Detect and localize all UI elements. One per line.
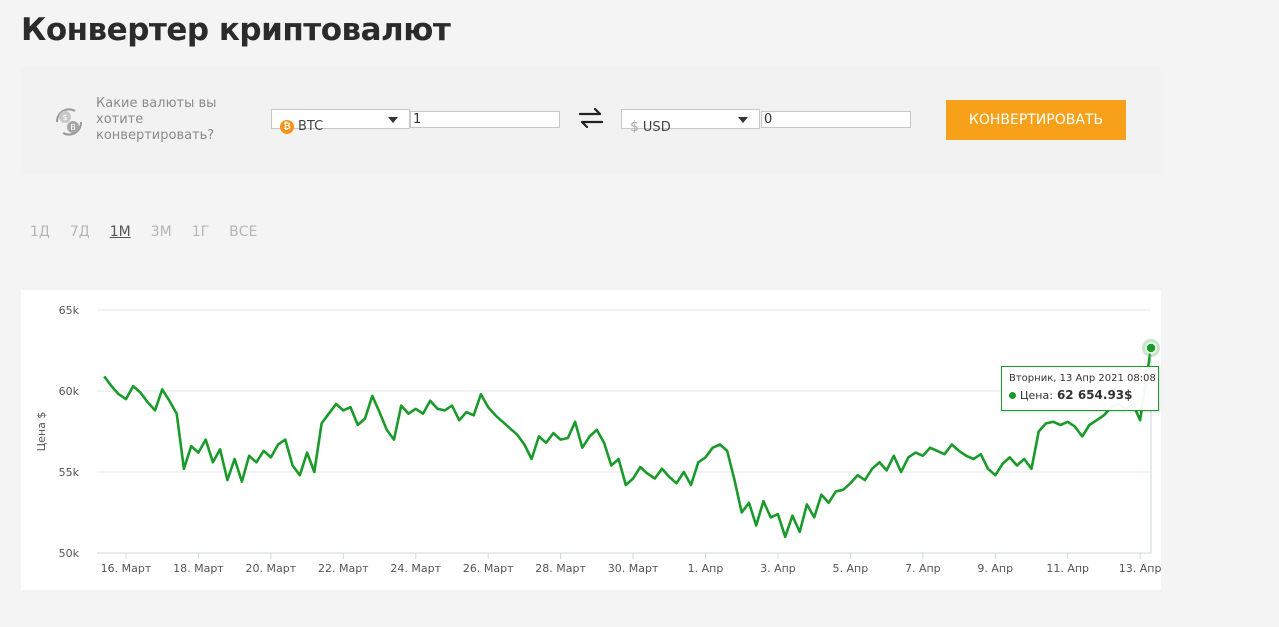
- x-tick-label: 11. Апр: [1046, 562, 1089, 575]
- dollar-icon: $: [630, 119, 639, 135]
- x-tick-label: 16. Март: [101, 562, 152, 575]
- chart-tooltip: Вторник, 13 Апр 2021 08:08 Цена: 62 654.…: [1001, 366, 1159, 411]
- x-tick-label: 30. Март: [608, 562, 659, 575]
- range-option[interactable]: 7Д: [70, 224, 90, 240]
- svg-text:B: B: [70, 123, 76, 132]
- from-currency-label: BTC: [298, 119, 324, 134]
- tooltip-date: Вторник, 13 Апр 2021 08:08: [1009, 373, 1156, 384]
- series-marker-icon: [1009, 391, 1016, 399]
- hover-point: [1145, 342, 1157, 354]
- converter-prompt: Какие валюты вы хотите конвертировать?: [96, 96, 217, 143]
- y-tick-label: 50k: [59, 547, 80, 560]
- x-tick-label: 13. Апр: [1119, 562, 1161, 575]
- x-tick-label: 20. Март: [246, 562, 297, 575]
- currency-exchange-icon: $ B: [55, 108, 83, 136]
- range-option[interactable]: 1Г: [192, 224, 209, 240]
- y-tick-label: 60k: [59, 385, 80, 398]
- swap-icon[interactable]: [577, 106, 605, 130]
- range-option[interactable]: 1М: [110, 224, 131, 240]
- tooltip-value: 62 654.93$: [1056, 388, 1133, 402]
- x-tick-label: 5. Апр: [833, 562, 869, 575]
- y-tick-label: 55k: [59, 466, 80, 479]
- bitcoin-icon: ₿: [280, 119, 294, 134]
- x-tick-label: 7. Апр: [905, 562, 941, 575]
- price-chart: 50k 55k 60k 65k Цена $ 16. Март 18. Март 20. Ма…: [21, 290, 1161, 590]
- to-currency-select[interactable]: $ USD: [621, 109, 760, 135]
- range-option[interactable]: 1Д: [30, 224, 50, 240]
- chevron-down-icon: [388, 117, 398, 123]
- chevron-down-icon: [738, 117, 748, 123]
- x-tick-label: 9. Апр: [977, 562, 1013, 575]
- price-series-line: [103, 347, 1153, 539]
- to-currency-label: USD: [642, 119, 671, 135]
- x-tick-label: 22. Март: [318, 562, 369, 575]
- x-tick-label: 24. Март: [390, 562, 441, 575]
- y-tick-label: 65k: [59, 304, 80, 317]
- page-title: Конвертер криптовалют: [21, 12, 451, 48]
- range-option[interactable]: 3М: [151, 224, 172, 240]
- tooltip-label: Цена:: [1020, 388, 1053, 402]
- x-tick-label: 1. Апр: [688, 562, 724, 575]
- y-axis-label: Цена $: [35, 412, 48, 452]
- from-currency-select[interactable]: ₿ BTC: [271, 109, 410, 134]
- x-tick-label: 3. Апр: [760, 562, 796, 575]
- to-amount-input[interactable]: [761, 111, 911, 128]
- convert-button[interactable]: КОНВЕРТИРОВАТЬ: [946, 100, 1126, 140]
- converter-panel: $ B Какие валюты вы хотите конвертироват…: [21, 67, 1161, 175]
- range-option[interactable]: ВСЕ: [229, 224, 257, 240]
- x-tick-label: 26. Март: [463, 562, 514, 575]
- x-tick-label: 28. Март: [535, 562, 586, 575]
- from-amount-input[interactable]: [410, 111, 560, 128]
- x-tick-label: 18. Март: [173, 562, 224, 575]
- range-selector: 1Д 7Д 1М 3М 1Г ВСЕ: [30, 224, 277, 240]
- price-chart-svg: 50k 55k 60k 65k Цена $ 16. Март 18. Март 20. Ма…: [35, 304, 1161, 575]
- svg-text:$: $: [62, 113, 67, 122]
